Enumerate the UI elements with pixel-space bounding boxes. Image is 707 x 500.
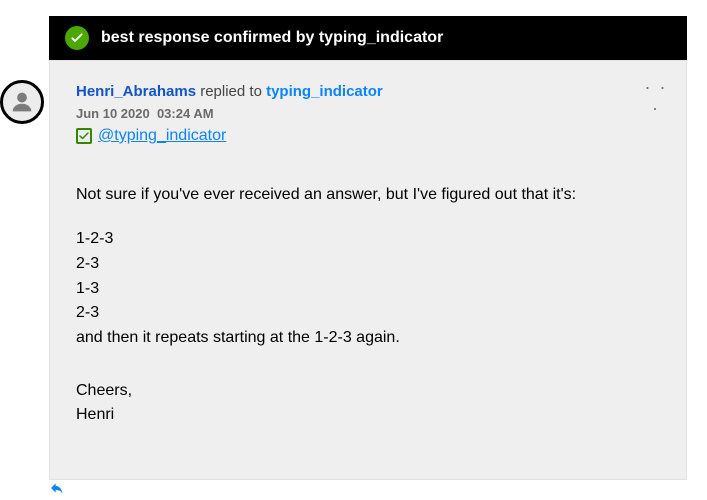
- banner-text: best response confirmed by typing_indica…: [101, 29, 443, 47]
- reply-icon: [49, 480, 65, 496]
- author-link[interactable]: Henri_Abrahams: [76, 83, 196, 100]
- post-body: Not sure if you've ever received an answ…: [76, 183, 660, 427]
- mention-link[interactable]: @typing_indicator: [98, 127, 226, 145]
- replied-label: replied to: [196, 83, 266, 100]
- sequence-line: 2-3: [76, 252, 660, 277]
- body-intro: Not sure if you've ever received an answ…: [76, 183, 660, 207]
- signoff-cheers: Cheers,: [76, 379, 660, 403]
- avatar[interactable]: [0, 80, 44, 124]
- sequence-line: 2-3: [76, 301, 660, 326]
- best-response-banner: best response confirmed by typing_indica…: [49, 16, 687, 60]
- signoff-name: Henri: [76, 403, 660, 427]
- byline: Henri_Abrahams replied to typing_indicat…: [76, 83, 660, 100]
- footer-reply-link[interactable]: [49, 480, 65, 496]
- sequence-line: 1-2-3: [76, 227, 660, 252]
- more-actions-button[interactable]: · · ·: [644, 77, 668, 119]
- user-icon: [8, 88, 36, 116]
- checkmark-badge-icon: [65, 26, 89, 50]
- confirmed-check-icon: [76, 128, 92, 144]
- body-repeat: and then it repeats starting at the 1-2-…: [76, 326, 660, 351]
- timestamp: Jun 10 2020 03:24 AM: [76, 106, 660, 121]
- post-time: 03:24 AM: [157, 106, 214, 121]
- recipient-link[interactable]: typing_indicator: [266, 83, 383, 100]
- sequence-line: 1-3: [76, 277, 660, 302]
- post-date: Jun 10 2020: [76, 106, 150, 121]
- post-card: · · · Henri_Abrahams replied to typing_i…: [49, 60, 687, 480]
